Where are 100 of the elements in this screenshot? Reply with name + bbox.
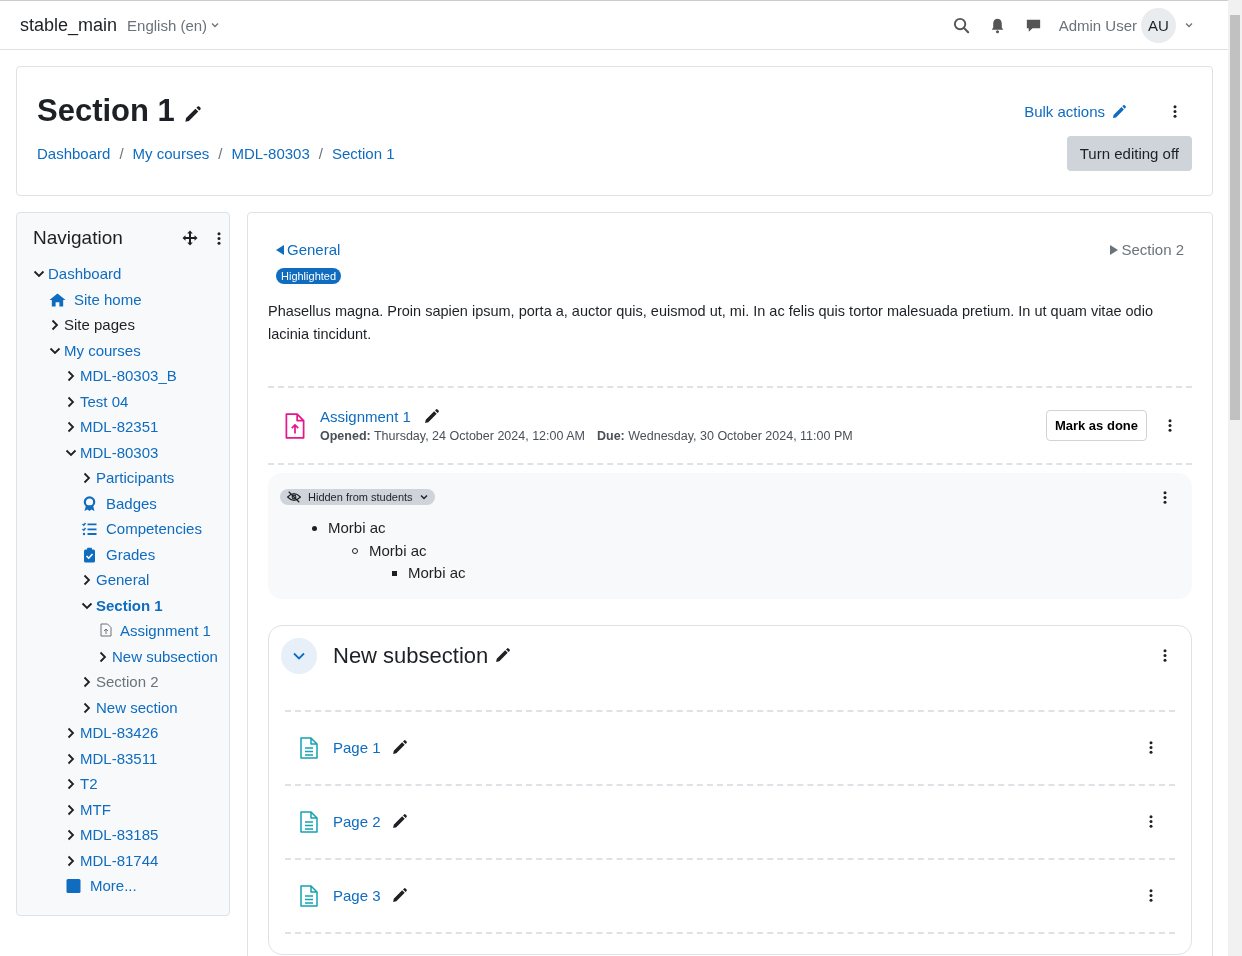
eye-slash-icon [286,491,302,503]
navigation-item[interactable]: MDL-80303 [80,439,159,465]
navigation-item[interactable]: Grades [106,541,156,567]
more-options-icon[interactable] [1149,888,1153,903]
navigation-item[interactable]: MDL-81744 [80,847,159,873]
activity-link[interactable]: Page 2 [333,813,381,830]
pencil-icon[interactable] [182,104,202,124]
pencil-icon[interactable] [390,813,408,830]
mark-as-done-button[interactable]: Mark as done [1045,410,1147,441]
navigation-item[interactable]: Section 2 [96,669,159,695]
award-icon [81,495,98,512]
chevron-icon[interactable] [65,370,77,382]
visibility-badge[interactable]: Hidden from students [280,489,435,505]
activity-date: Opened: Thursday, 24 October 2024, 12:00 AM [320,429,585,443]
list-item-text: Morbi ac [369,540,427,561]
navigation-item[interactable]: Site pages [64,312,135,338]
caret-icon [418,492,429,502]
chevron-icon[interactable] [65,727,77,739]
chevron-icon[interactable] [65,752,77,765]
chevron-icon[interactable] [49,319,61,331]
navigation-item[interactable]: Competencies [106,516,202,542]
chevron-icon[interactable] [33,268,45,280]
document-icon [299,883,319,908]
caret-icon[interactable] [1184,20,1194,30]
user-avatar[interactable]: AU [1141,7,1176,43]
breadcrumb-link[interactable]: MDL-80303 [231,145,310,162]
previous-section-link[interactable]: General [276,241,341,258]
breadcrumb-separator: / [218,145,223,162]
bulk-actions-link[interactable]: Bulk actions [1024,103,1127,120]
right-triangle-icon [1110,244,1119,255]
navigation-item[interactable]: T2 [80,771,98,797]
pencil-icon[interactable] [390,887,408,904]
navigation-item[interactable]: MDL-83185 [80,822,159,848]
more-options-icon[interactable] [1163,489,1167,505]
bullet-icon [392,570,397,576]
navigation-item[interactable]: MDL-83426 [80,720,159,746]
chevron-icon[interactable] [81,676,93,688]
pencil-icon[interactable] [422,408,440,425]
move-icon[interactable] [182,230,198,246]
navigation-item[interactable]: Assignment 1 [120,618,211,644]
chevron-icon[interactable] [65,829,77,841]
activity-link[interactable]: Assignment 1 [320,408,411,425]
activity-date: Due: Wednesday, 30 October 2024, 11:00 PM [596,429,853,443]
activity-link[interactable]: Page 3 [333,887,381,904]
navigation-item[interactable]: New section [96,694,178,720]
list-item-text: Morbi ac [328,518,386,538]
breadcrumb-link[interactable]: My courses [132,145,210,162]
user-name[interactable]: Admin User [1058,16,1137,34]
turn-editing-off-button[interactable]: Turn editing off [1066,136,1192,171]
chevron-icon[interactable] [65,803,77,816]
activity-link[interactable]: Page 1 [333,739,381,756]
navigation-item[interactable]: Dashboard [48,261,122,287]
chevron-icon[interactable] [81,472,93,484]
clipboard-check-icon [81,546,98,563]
navigation-item[interactable]: MTF [80,796,111,822]
chevron-icon[interactable] [81,701,93,714]
more-options-icon[interactable] [217,230,221,246]
navigation-item[interactable]: Test 04 [80,388,129,414]
navigation-item[interactable]: Badges [106,490,157,516]
chevron-icon[interactable] [65,778,77,790]
more-options-icon[interactable] [1168,418,1172,433]
chevron-icon[interactable] [65,395,77,408]
breadcrumb-link[interactable]: Section 1 [332,145,395,162]
navigation-item[interactable]: Participants [96,465,175,491]
file-upload-icon [100,623,112,637]
home-icon [49,291,66,308]
navigation-item[interactable]: MDL-82351 [80,414,159,440]
chevron-icon[interactable] [65,854,77,867]
more-options-icon[interactable] [1149,814,1153,829]
navigation-item[interactable]: New subsection [112,643,218,669]
bullet-icon [312,525,317,531]
navigation-item[interactable]: Section 1 [96,592,163,618]
next-section-link[interactable]: Section 2 [1110,241,1184,258]
language-menu[interactable]: English (en) [127,16,221,34]
breadcrumb-link[interactable]: Dashboard [37,145,111,162]
collapse-toggle[interactable] [281,637,317,674]
subsection-title: New subsection [333,642,489,669]
more-options-icon[interactable] [1149,740,1153,755]
chevron-icon[interactable] [65,421,77,433]
more-options-icon[interactable] [1163,648,1167,663]
chevron-icon[interactable] [81,574,93,586]
section-summary: Phasellus magna. Proin sapien ipsum, porta a, auctor quis, euismod ut, mi. In ac felis quis tortor malesuada pretium. In ut quam vitae odio lacinia tincidunt. [268,302,1154,344]
breadcrumb-separator: / [318,145,323,162]
navigation-item[interactable]: MDL-83511 [80,745,158,771]
document-icon [299,735,319,760]
search-icon[interactable] [951,15,971,35]
navigation-item[interactable]: General [96,567,150,593]
pencil-icon[interactable] [494,647,512,664]
more-options-icon[interactable] [1173,104,1177,119]
navigation-item[interactable]: Site home [74,286,142,312]
navigation-item[interactable]: More... [90,873,137,899]
chevron-icon[interactable] [97,650,109,663]
navigation-item[interactable]: MDL-80303_B [80,363,177,389]
pencil-icon[interactable] [390,739,408,756]
file-upload-icon [284,411,306,440]
document-icon [299,809,319,834]
scrollbar[interactable] [1228,0,1242,956]
site-name[interactable]: stable_main [20,14,118,36]
navigation-item[interactable]: My courses [64,337,141,363]
checklist-icon [81,521,98,537]
